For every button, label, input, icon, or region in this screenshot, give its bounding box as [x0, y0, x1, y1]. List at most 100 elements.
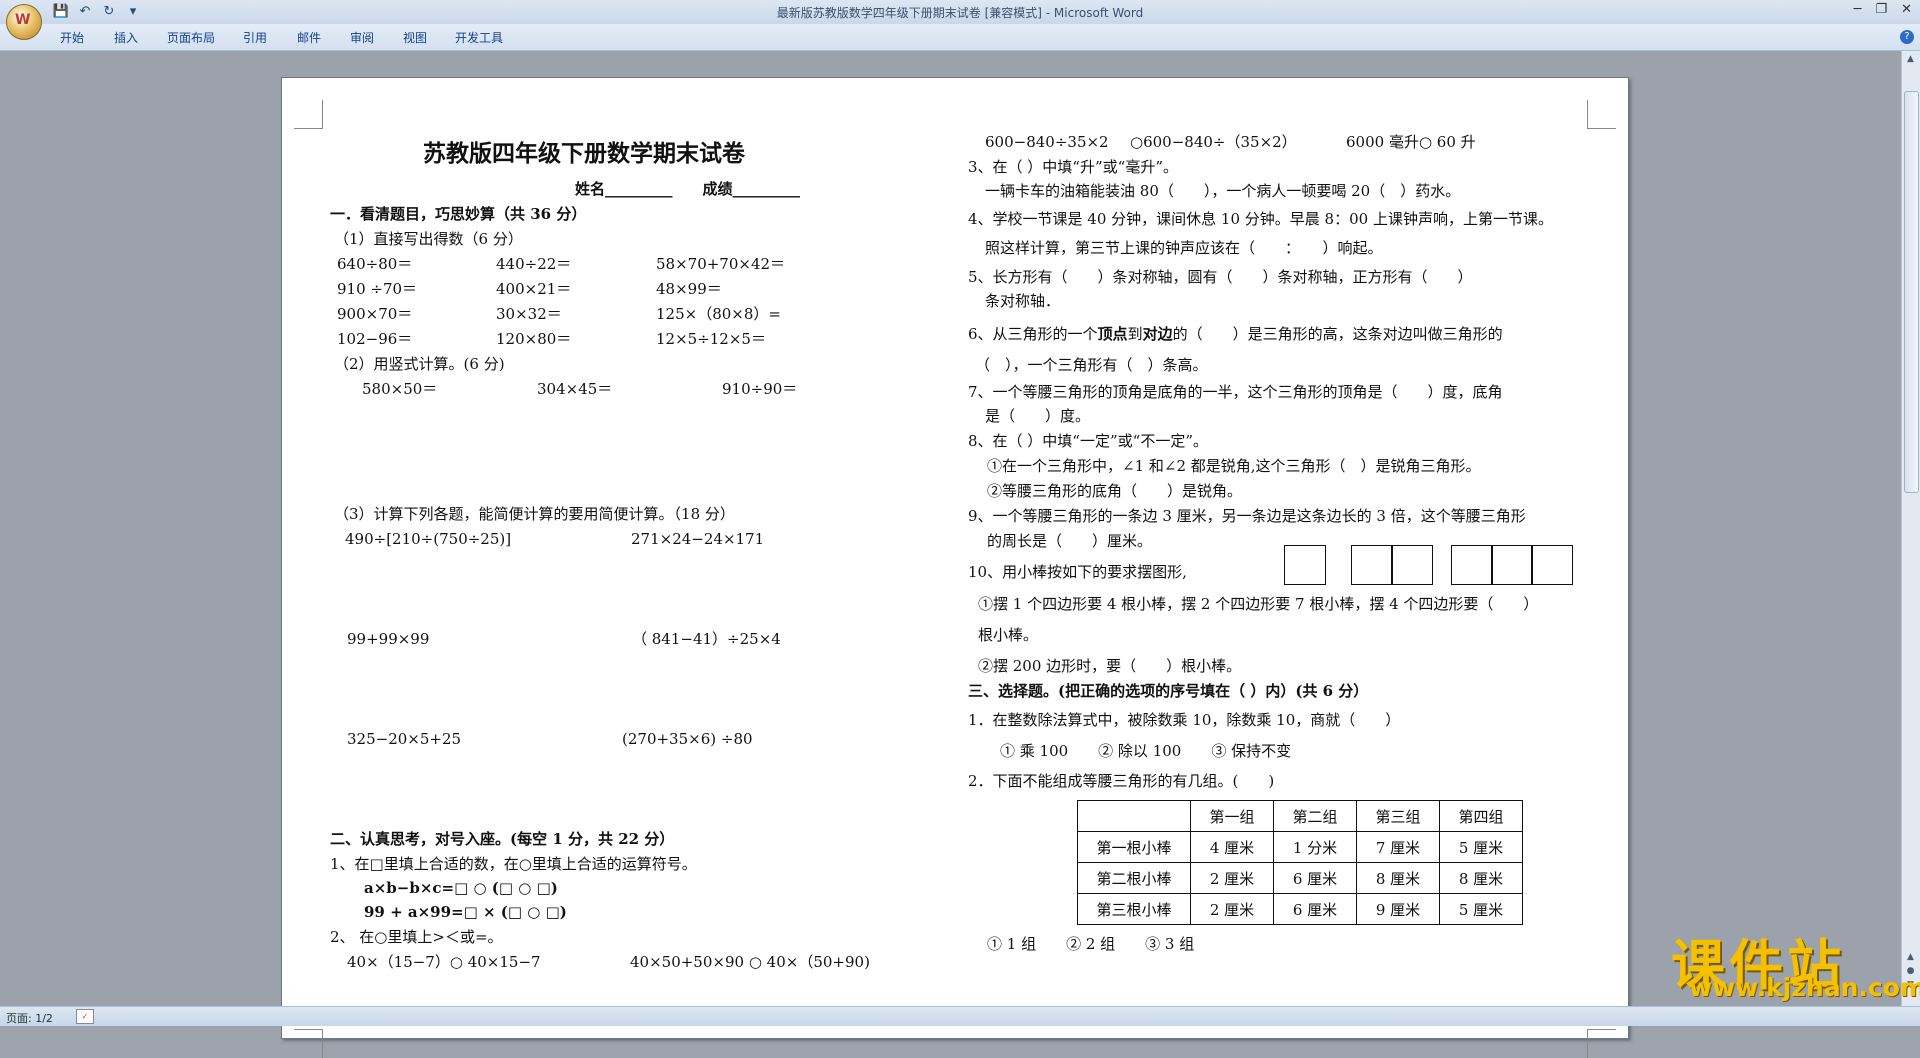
tab-mailings[interactable]: 邮件 [297, 29, 321, 46]
window-title: 最新版苏教版数学四年级下册期末试卷 [兼容模式] - Microsoft Wor… [776, 6, 1144, 20]
s2-question-1-b: 99 + a×99=□ × (□ ○ □) [364, 903, 567, 921]
question-10: 10、用小棒按如下的要求摆图形, [968, 563, 1187, 581]
table-cell: 2 厘米 [1190, 893, 1274, 925]
simplify-item: (270+35×6) ÷80 [622, 730, 753, 748]
table-cell: 2 厘米 [1190, 862, 1274, 894]
page-count[interactable]: 页面: 1/2 [6, 1010, 53, 1026]
close-button[interactable]: ✕ [1901, 2, 1912, 17]
calc-item: 910 ÷70＝ [337, 280, 418, 298]
watermark-url: www.kjzhan.com [1689, 973, 1920, 1002]
question-6: 6、从三角形的一个顶点到对边的（ ）是三角形的高，这条对边叫做三角形的 [968, 325, 1503, 343]
minimize-button[interactable]: ─ [1854, 2, 1862, 17]
question-4-b: 照这样计算，第三节上课的钟声应该在（ ： ）响起。 [985, 239, 1383, 257]
restore-button[interactable]: ❐ [1875, 2, 1887, 17]
table-cell: 第二组 [1273, 800, 1357, 832]
table-cell: 7 厘米 [1356, 831, 1440, 863]
table-row: 第三根小棒 2 厘米 6 厘米 9 厘米 5 厘米 [1077, 893, 1523, 925]
question-7: 7、一个等腰三角形的顶角是底角的一半，这个三角形的顶角是（ ）度，底角 [968, 383, 1503, 401]
margin-mark-top-left [294, 100, 323, 129]
section-2-heading: 二、认真思考，对号入座。(每空 1 分，共 22 分） [330, 830, 675, 848]
window-controls: ─ ❐ ✕ [1854, 2, 1912, 17]
table-cell: 9 厘米 [1356, 893, 1440, 925]
name-score-line: 姓名_________ 成绩_________ [575, 180, 801, 198]
tab-references[interactable]: 引用 [243, 29, 267, 46]
question-6-bold-side: 对边 [1142, 325, 1173, 343]
question-6-bold-vertex: 顶点 [1097, 325, 1128, 343]
table-cell: 6 厘米 [1273, 893, 1357, 925]
question-8: 8、在（ ）中填“一定”或“不一定”。 [968, 432, 1208, 450]
question-5-b: 条对称轴． [985, 292, 1061, 310]
calc-item: 440÷22＝ [496, 255, 572, 273]
margin-mark-top-right [1587, 100, 1616, 129]
tab-developer[interactable]: 开发工具 [455, 29, 503, 46]
question-9-b: 的周长是（ ）厘米。 [987, 532, 1153, 550]
table-row: 第一根小棒 4 厘米 1 分米 7 厘米 5 厘米 [1077, 831, 1523, 863]
tab-review[interactable]: 审阅 [350, 29, 374, 46]
table-cell: 1 分米 [1273, 831, 1357, 863]
calc-item: 48×99＝ [656, 280, 722, 298]
vertical-scrollbar[interactable]: ▲ ▲ ● ▼ [1901, 51, 1920, 1006]
tab-home[interactable]: 开始 [60, 29, 84, 46]
table-row: 第二根小棒 2 厘米 6 厘米 8 厘米 8 厘米 [1077, 862, 1523, 894]
question-5: 5、长方形有（ ）条对称轴，圆有（ ）条对称轴，正方形有（ ） [968, 268, 1473, 286]
table-cell: 5 厘米 [1439, 893, 1523, 925]
square-figure [1284, 545, 1326, 585]
help-icon[interactable]: ? [1900, 30, 1914, 44]
s1-part2-label: （2）用竖式计算。(6 分) [334, 355, 505, 373]
calc-item: 125×（80×8）= [656, 305, 781, 323]
calc-item: 12×5÷12×5＝ [656, 330, 766, 348]
s3-question-1-options: ① 乘 100 ② 除以 100 ③ 保持不变 [1000, 742, 1292, 760]
vertical-calc-item: 304×45＝ [537, 380, 613, 398]
question-8-2: ②等腰三角形的底角（ ）是锐角。 [987, 482, 1243, 500]
s2-question-1-a: a×b−b×c=□ ○ (□ ○ □) [364, 879, 558, 897]
s3-question-1: 1．在整数除法算式中，被除数乘 10，除数乘 10，商就（ ） [968, 711, 1401, 729]
square-figure [1531, 545, 1573, 585]
ribbon-tabs: 开始 插入 页面布局 引用 邮件 审阅 视图 开发工具 ? [0, 24, 1920, 51]
s1-part1-label: （1）直接写出得数（6 分） [334, 230, 523, 248]
question-9: 9、一个等腰三角形的一条边 3 厘米，另一条边是这条边长的 3 倍，这个等腰三角… [968, 507, 1526, 525]
simplify-item: 325−20×5+25 [347, 730, 462, 748]
status-bar: 页面: 1/2 ✓ [0, 1006, 1920, 1026]
tab-insert[interactable]: 插入 [114, 29, 138, 46]
simplify-item: 99+99×99 [347, 630, 430, 648]
table-cell: 第三根小棒 [1077, 893, 1191, 925]
title-bar: 💾 ↶ ↻ ▾ 最新版苏教版数学四年级下册期末试卷 [兼容模式] - Micro… [0, 0, 1920, 24]
table-cell: 8 厘米 [1356, 862, 1440, 894]
office-button[interactable]: W [6, 4, 42, 40]
compare-item: 6000 毫升○ 60 升 [1346, 133, 1476, 151]
document-page[interactable]: 苏教版四年级下册数学期末试卷 姓名_________ 成绩_________ 一… [281, 77, 1629, 1058]
square-figure [1451, 545, 1493, 585]
proofing-icon[interactable]: ✓ [76, 1009, 94, 1024]
doc-title: 苏教版四年级下册数学期末试卷 [423, 140, 745, 167]
table-cell: 第三组 [1356, 800, 1440, 832]
question-6-post: 的（ ）是三角形的高，这条对边叫做三角形的 [1172, 325, 1503, 343]
table-cell: 6 厘米 [1273, 862, 1357, 894]
table-cell: 第一根小棒 [1077, 831, 1191, 863]
question-3: 3、在（ ）中填“升”或“毫升”。 [968, 158, 1178, 176]
s3-question-2-options: ① 1 组 ② 2 组 ③ 3 组 [987, 935, 1195, 953]
calc-item: 900×70＝ [337, 305, 413, 323]
previous-page-icon[interactable]: ▲ [1904, 951, 1917, 963]
scroll-up-icon[interactable]: ▲ [1904, 53, 1917, 65]
margin-mark-bottom-right [1587, 1029, 1616, 1058]
s2-question-1: 1、在□里填上合适的数，在○里填上合适的运算符号。 [330, 855, 697, 873]
tab-page-layout[interactable]: 页面布局 [167, 29, 215, 46]
margin-mark-bottom-left [294, 1029, 323, 1058]
calc-item: 30×32＝ [496, 305, 562, 323]
calc-item: 640÷80＝ [337, 255, 413, 273]
scrollbar-thumb[interactable] [1904, 91, 1919, 493]
calc-item: 58×70+70×42＝ [656, 255, 786, 273]
table-row: 第一组 第二组 第三组 第四组 [1077, 800, 1523, 832]
square-figure [1491, 545, 1533, 585]
section-3-heading: 三、选择题。(把正确的选项的序号填在（ ）内）(共 6 分） [968, 682, 1369, 700]
question-4: 4、学校一节课是 40 分钟，课间休息 10 分钟。早晨 8：00 上课钟声响，… [968, 210, 1553, 228]
table-cell: 第一组 [1190, 800, 1274, 832]
table-cell [1077, 800, 1191, 832]
calc-item: 400×21＝ [496, 280, 572, 298]
simplify-item: 490÷[210÷(750÷25)] [345, 530, 512, 548]
table-cell: 5 厘米 [1439, 831, 1523, 863]
table-cell: 第二根小棒 [1077, 862, 1191, 894]
tab-view[interactable]: 视图 [403, 29, 427, 46]
s2-question-2-a: 40×（15−7）○ 40×15−7 [347, 953, 541, 971]
square-figure [1351, 545, 1393, 585]
